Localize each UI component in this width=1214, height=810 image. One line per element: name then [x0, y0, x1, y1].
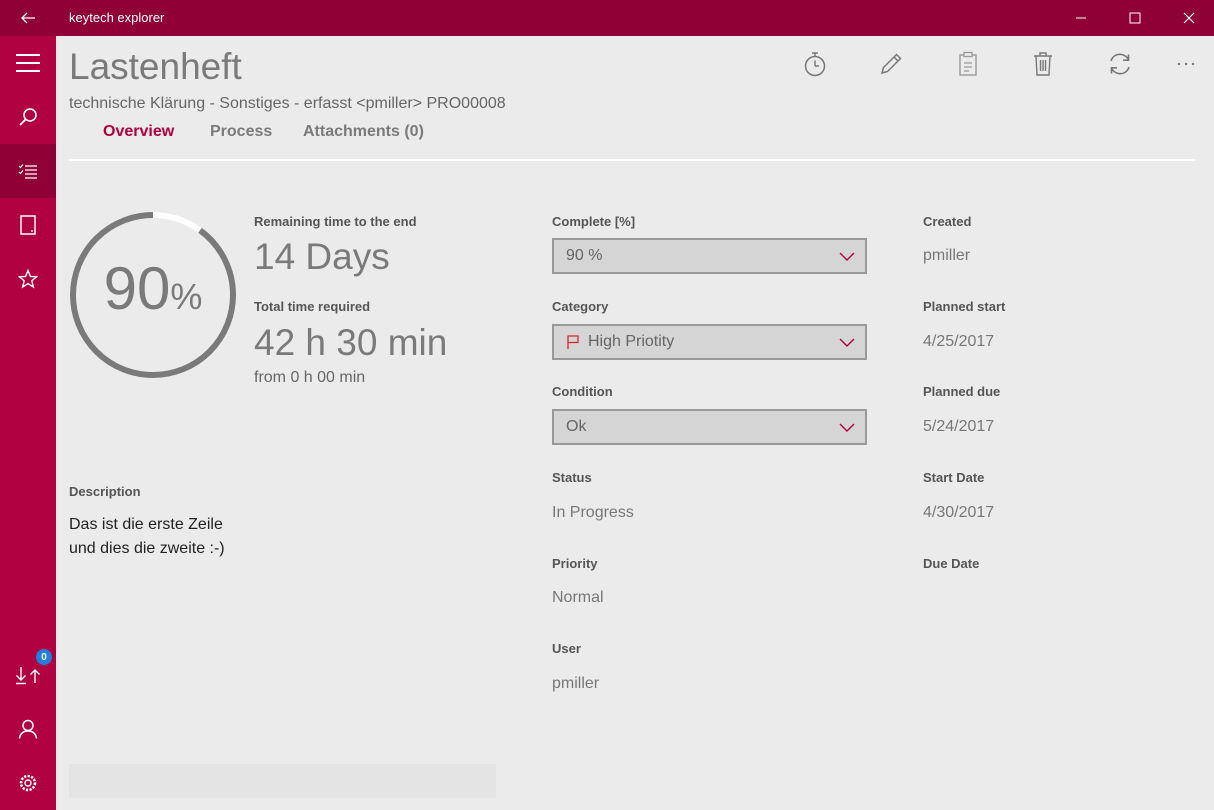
- chevron-down-icon: [839, 252, 855, 261]
- trash-icon: [1034, 52, 1052, 76]
- arrow-left-icon: [21, 12, 35, 24]
- complete-select-value: 90 %: [566, 247, 603, 264]
- menu-button[interactable]: [0, 36, 56, 90]
- hamburger-menu-icon: [16, 54, 40, 72]
- close-icon: [1183, 12, 1195, 24]
- category-label: Category: [552, 299, 609, 314]
- user-icon: [18, 719, 38, 739]
- more-options-button[interactable]: [1168, 46, 1204, 82]
- sidebar-item-favorites[interactable]: [0, 252, 56, 306]
- delete-button[interactable]: [1025, 46, 1061, 82]
- complete-select[interactable]: 90 %: [552, 238, 867, 274]
- remaining-time-value: 14 Days: [254, 236, 390, 277]
- stopwatch-icon: [804, 52, 826, 77]
- sidebar-item-documents[interactable]: [0, 198, 56, 252]
- title-bar: keytech explorer: [0, 0, 1214, 36]
- description-text: Das ist die erste Zeile und dies die zwe…: [69, 513, 225, 561]
- task-list-icon: [18, 164, 37, 179]
- maximize-button[interactable]: [1112, 0, 1158, 36]
- category-select[interactable]: High Priotity: [552, 324, 867, 360]
- status-value: In Progress: [552, 504, 634, 521]
- user-label: User: [552, 641, 581, 656]
- more-icon: [1177, 62, 1195, 66]
- sidebar: 0: [0, 36, 56, 810]
- refresh-icon: [1110, 53, 1130, 75]
- clipboard-button[interactable]: [950, 46, 986, 82]
- close-button[interactable]: [1166, 0, 1212, 36]
- start-date-value: 4/30/2017: [923, 504, 995, 521]
- category-select-value: High Priotity: [588, 333, 675, 350]
- description-label: Description: [69, 484, 141, 499]
- description-line-2: und dies die zweite :-): [69, 540, 225, 557]
- progress-percent-number: 90: [103, 255, 171, 322]
- progress-percent-sign: %: [170, 276, 203, 317]
- total-time-from: from 0 h 00 min: [254, 369, 366, 386]
- bottom-panel: [69, 764, 496, 798]
- edit-button[interactable]: [873, 46, 909, 82]
- total-time-value: 42 h 30 min: [254, 322, 448, 363]
- sidebar-item-account[interactable]: [0, 702, 56, 756]
- header-divider: [69, 159, 1195, 161]
- remaining-time-label: Remaining time to the end: [254, 214, 417, 229]
- page-subtitle: technische Klärung - Sonstiges - erfasst…: [69, 95, 506, 112]
- download-upload-icon: [16, 667, 40, 685]
- sidebar-item-sync[interactable]: 0: [0, 648, 56, 702]
- progress-percent: 90%: [68, 254, 238, 323]
- complete-label: Complete [%]: [552, 214, 636, 229]
- tablet-icon: [20, 215, 36, 235]
- priority-value: Normal: [552, 589, 604, 606]
- due-date-label: Due Date: [923, 556, 980, 571]
- user-value: pmiller: [552, 675, 600, 692]
- status-label: Status: [552, 470, 592, 485]
- app-title: keytech explorer: [69, 10, 165, 25]
- minimize-button[interactable]: [1058, 0, 1104, 36]
- chevron-down-icon: [839, 338, 855, 347]
- condition-label: Condition: [552, 384, 613, 399]
- settings-gear-icon: [19, 774, 37, 792]
- back-button[interactable]: [0, 0, 56, 36]
- sidebar-item-settings[interactable]: [0, 756, 56, 810]
- sidebar-item-search[interactable]: [0, 90, 56, 144]
- created-label: Created: [923, 214, 972, 229]
- total-time-label: Total time required: [254, 299, 371, 314]
- chevron-down-icon: [839, 423, 855, 432]
- condition-select-value: Ok: [566, 418, 587, 435]
- created-value: pmiller: [923, 247, 971, 264]
- sync-count-badge: 0: [36, 649, 52, 665]
- description-line-1: Das ist die erste Zeile: [69, 516, 223, 533]
- tab-process[interactable]: Process: [210, 123, 272, 141]
- planned-due-label: Planned due: [923, 384, 1001, 399]
- timer-button[interactable]: [797, 46, 833, 82]
- clipboard-icon: [959, 51, 977, 76]
- planned-start-value: 4/25/2017: [923, 333, 995, 350]
- search-icon: [19, 108, 37, 126]
- sidebar-item-tasks[interactable]: [0, 144, 56, 198]
- tab-attachments[interactable]: Attachments (0): [303, 123, 424, 141]
- priority-label: Priority: [552, 556, 598, 571]
- pencil-icon: [880, 53, 902, 75]
- start-date-label: Start Date: [923, 470, 985, 485]
- planned-start-label: Planned start: [923, 299, 1006, 314]
- planned-due-value: 5/24/2017: [923, 418, 995, 435]
- star-icon: [18, 269, 38, 289]
- minimize-icon: [1076, 17, 1086, 19]
- maximize-icon: [1129, 12, 1141, 24]
- condition-select[interactable]: Ok: [552, 409, 867, 445]
- tab-overview[interactable]: Overview: [103, 123, 174, 141]
- red-flag-icon: [567, 335, 579, 349]
- page-title: Lastenheft: [69, 46, 242, 87]
- refresh-button[interactable]: [1102, 46, 1138, 82]
